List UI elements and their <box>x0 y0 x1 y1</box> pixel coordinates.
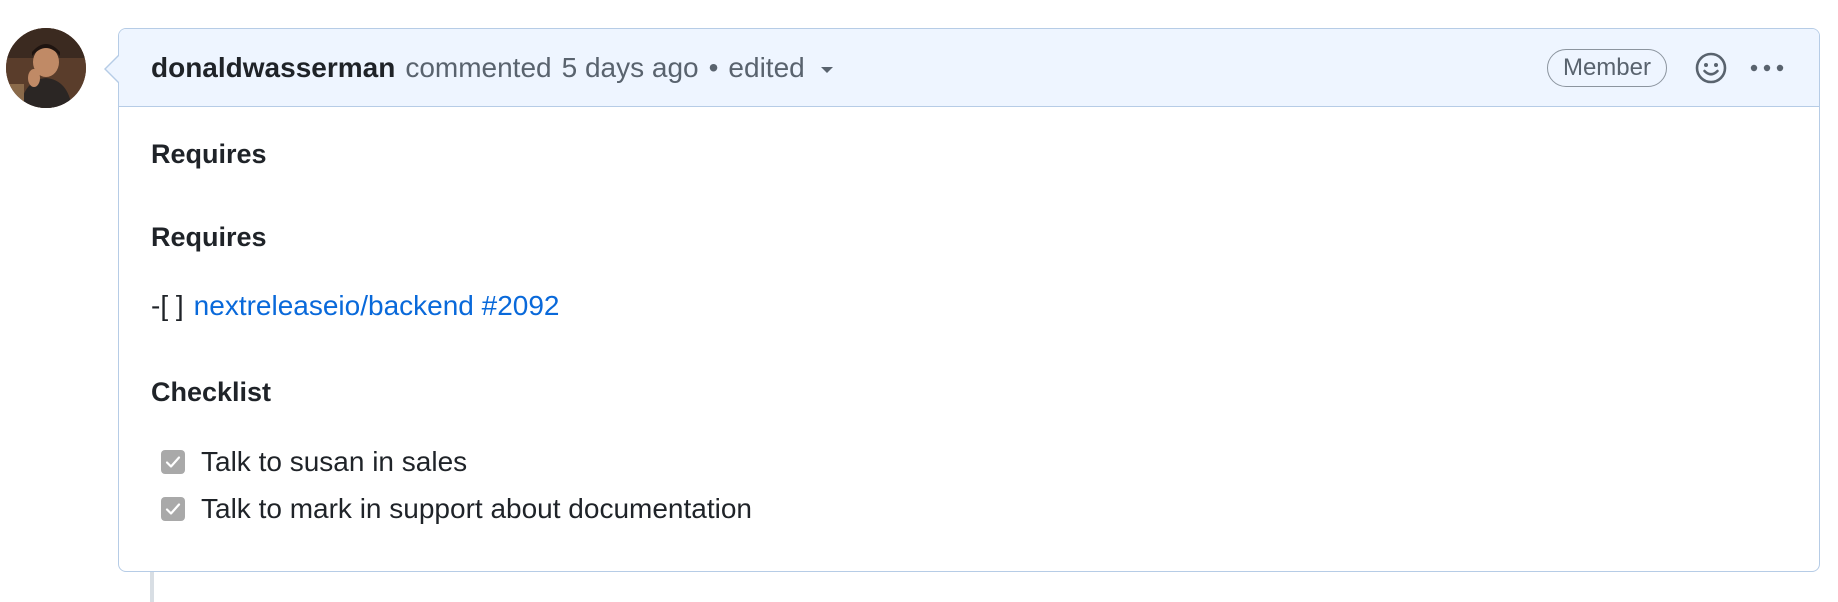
chevron-down-icon <box>820 67 833 73</box>
comment-meta: donaldwasserman commented 5 days ago • e… <box>151 29 833 107</box>
comment-body: Requires Requires -[ ] nextreleaseio/back… <box>119 107 1819 547</box>
comment-action: commented <box>405 52 552 83</box>
task-label: Talk to mark in support about documentat… <box>201 493 752 524</box>
edited-label: edited <box>728 52 805 83</box>
comment-timestamp[interactable]: 5 days ago <box>562 52 699 84</box>
comment-box: donaldwasserman commented 5 days ago • e… <box>118 28 1820 572</box>
task-item: Talk to mark in support about documentat… <box>161 493 752 525</box>
kebab-horizontal-icon <box>1750 64 1784 72</box>
comment-actions: Member <box>1546 29 1787 107</box>
requires-prefix: -[ ] <box>151 290 184 321</box>
comment-header: donaldwasserman commented 5 days ago • e… <box>119 29 1819 107</box>
avatar-image <box>6 28 86 108</box>
edited-dropdown[interactable]: edited <box>728 52 833 84</box>
task-checkbox[interactable] <box>161 497 185 521</box>
requires-item: -[ ] nextreleaseio/backend #2092 <box>151 290 560 322</box>
task-label: Talk to susan in sales <box>201 446 468 477</box>
author-link[interactable]: donaldwasserman <box>151 52 395 84</box>
role-badge: Member <box>1546 49 1667 87</box>
heading-checklist: Checklist <box>151 377 272 407</box>
issue-link[interactable]: nextreleaseio/backend #2092 <box>194 290 560 321</box>
check-icon <box>165 503 181 515</box>
comment-menu-button[interactable] <box>1747 48 1787 88</box>
comment-pointer-fill <box>106 55 119 82</box>
heading-requires-1: Requires <box>151 139 267 169</box>
task-checkbox[interactable] <box>161 450 185 474</box>
task-item: Talk to susan in sales <box>161 446 467 478</box>
timeline-line <box>150 572 154 602</box>
avatar[interactable] <box>6 28 86 108</box>
meta-separator: • <box>708 52 719 83</box>
check-icon <box>165 456 181 468</box>
heading-requires-2: Requires <box>151 222 267 252</box>
smiley-icon <box>1695 52 1727 84</box>
add-reaction-button[interactable] <box>1691 48 1731 88</box>
